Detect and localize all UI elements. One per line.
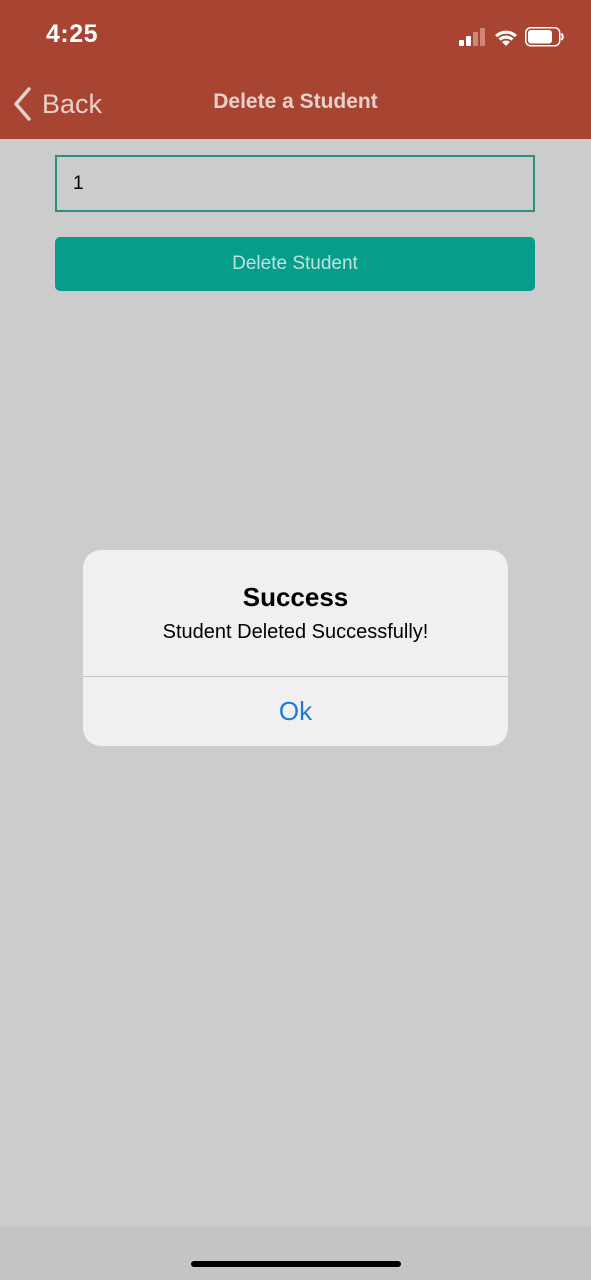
page-title: Delete a Student	[213, 90, 378, 113]
cellular-signal-icon	[459, 28, 485, 46]
battery-icon	[525, 27, 564, 47]
home-indicator[interactable]	[191, 1261, 401, 1267]
alert-title: Success	[242, 582, 349, 612]
app-header: 4:25 Back Delete a Student	[0, 0, 591, 139]
student-id-input[interactable]	[55, 155, 535, 212]
delete-student-button[interactable]: Delete Student	[55, 237, 535, 291]
success-alert-dialog: Success Student Deleted Successfully! Ok	[83, 550, 508, 746]
home-bar-area	[0, 1226, 591, 1280]
alert-message: Student Deleted Successfully!	[162, 621, 429, 643]
alert-ok-button[interactable]: Ok	[83, 677, 508, 746]
wifi-icon	[495, 30, 517, 46]
status-time: 4:25	[46, 20, 99, 48]
status-icons	[459, 27, 564, 47]
